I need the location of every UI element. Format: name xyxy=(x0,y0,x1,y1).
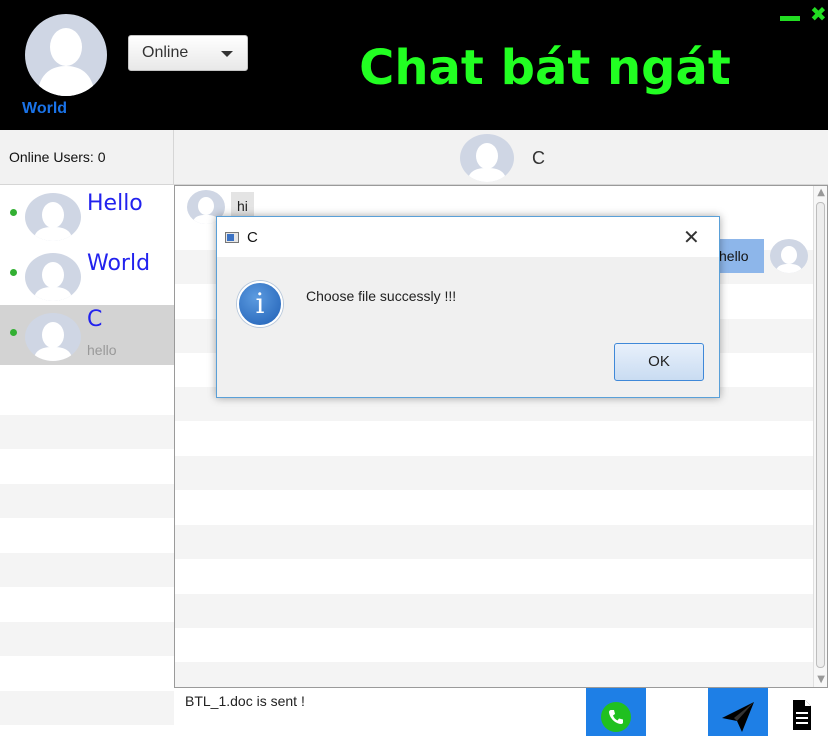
user-item-world[interactable]: World xyxy=(0,245,174,305)
avatar xyxy=(770,239,808,273)
list-stripe xyxy=(0,622,174,656)
phone-icon xyxy=(601,702,631,732)
window-icon xyxy=(225,232,239,243)
chevron-down-icon xyxy=(221,51,233,57)
info-icon: i xyxy=(237,281,283,327)
online-users-header: Online Users: 0 xyxy=(0,130,174,185)
last-message-preview: hello xyxy=(87,342,117,358)
message-input[interactable]: BTL_1.doc is sent ! xyxy=(174,688,586,736)
list-stripe xyxy=(0,691,174,725)
list-stripe xyxy=(175,525,815,559)
blank-field xyxy=(656,696,698,736)
avatar xyxy=(25,253,81,301)
avatar xyxy=(25,193,81,241)
dialog-titlebar[interactable]: C ✕ xyxy=(217,217,719,257)
dialog-message: Choose file successly !!! xyxy=(306,288,457,304)
attach-file-button[interactable] xyxy=(768,688,828,736)
user-name: World xyxy=(87,251,151,276)
chat-header: C xyxy=(174,130,828,185)
user-item-hello[interactable]: Hello xyxy=(0,185,174,245)
list-stripe xyxy=(0,415,174,449)
online-users-count: Online Users: 0 xyxy=(9,149,106,165)
minimize-button[interactable] xyxy=(780,16,800,21)
scroll-down-icon[interactable]: ▼ xyxy=(817,674,825,685)
send-button[interactable] xyxy=(708,688,768,736)
online-status-dot xyxy=(10,269,17,276)
list-stripe xyxy=(0,553,174,587)
online-status-dot xyxy=(10,209,17,216)
user-name: C xyxy=(87,307,103,332)
scroll-up-icon[interactable]: ▲ xyxy=(817,187,825,198)
dialog-title: C xyxy=(247,229,258,246)
call-button[interactable] xyxy=(586,688,646,736)
avatar xyxy=(25,313,81,361)
ok-button[interactable]: OK xyxy=(614,343,704,381)
app-title: Chat bát ngát xyxy=(359,40,731,96)
status-value: Online xyxy=(142,44,189,61)
list-stripe xyxy=(175,662,815,687)
contact-name: C xyxy=(532,148,545,168)
user-name: Hello xyxy=(87,191,143,216)
document-icon xyxy=(793,700,811,730)
send-plane-icon xyxy=(722,702,754,732)
profile-name: World xyxy=(22,100,68,117)
list-stripe xyxy=(0,484,174,518)
contact-avatar xyxy=(460,134,514,182)
user-list: Hello World C hello xyxy=(0,185,174,736)
close-icon[interactable]: ✕ xyxy=(683,225,700,249)
list-stripe xyxy=(175,594,815,628)
status-dropdown[interactable]: Online xyxy=(128,35,248,71)
scrollbar[interactable]: ▲ ▼ xyxy=(813,186,827,687)
online-status-dot xyxy=(10,329,17,336)
outgoing-message: hello xyxy=(719,239,764,273)
app-header: World Online Chat bát ngát ✖ xyxy=(0,0,828,130)
close-window-button[interactable]: ✖ xyxy=(810,4,827,24)
list-stripe xyxy=(175,456,815,490)
profile-avatar[interactable] xyxy=(25,14,107,96)
scroll-thumb[interactable] xyxy=(816,202,825,668)
message-dialog: C ✕ i Choose file successly !!! OK xyxy=(216,216,720,398)
user-item-c[interactable]: C hello xyxy=(0,305,174,365)
